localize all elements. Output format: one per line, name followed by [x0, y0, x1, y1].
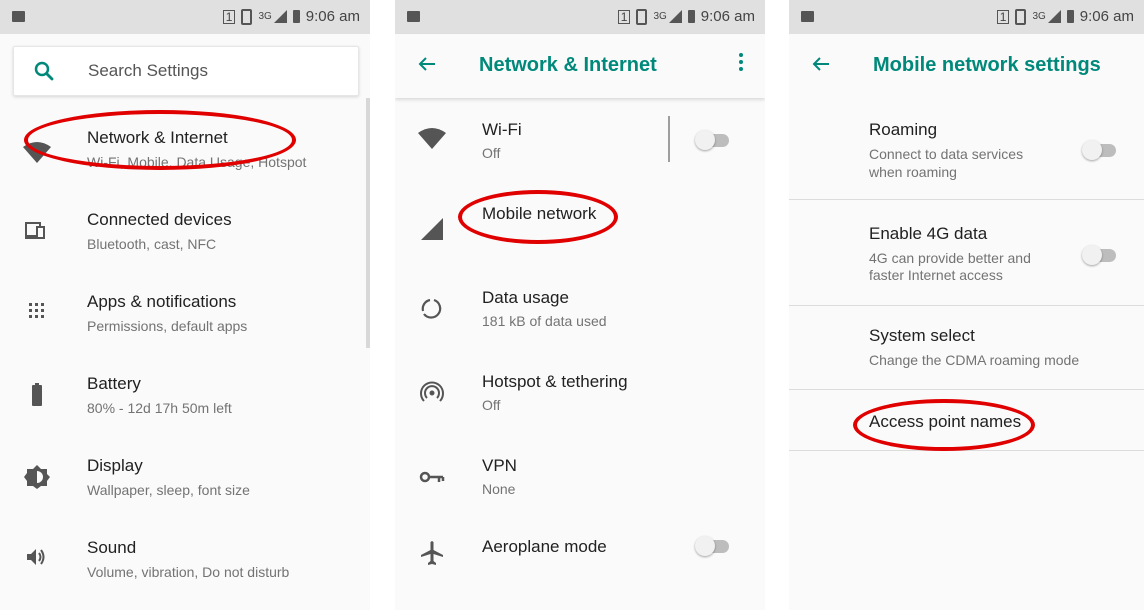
item-subtitle: Wallpaper, sleep, font size [87, 482, 250, 498]
battery-status-icon [292, 10, 300, 23]
item-subtitle: 80% - 12d 17h 50m left [87, 400, 232, 416]
wifi-icon [418, 128, 446, 149]
highlight-circle [853, 399, 1035, 451]
signal-icon [421, 218, 443, 240]
item-title: Sound [87, 538, 137, 557]
clock: 9:06 am [305, 8, 360, 25]
clock: 9:06 am [1079, 8, 1134, 25]
vpn-key-icon [419, 471, 445, 483]
item-subtitle: when roaming [869, 164, 957, 180]
vibrate-icon [636, 8, 648, 25]
aeroplane-mode-toggle[interactable] [695, 536, 731, 556]
list-item-hotspot[interactable]: Hotspot & tethering Off [395, 352, 765, 434]
item-title: Aeroplane mode [482, 537, 607, 556]
status-bar: 1 3G 9:06 am [0, 0, 370, 34]
devices-icon [25, 222, 45, 239]
page-title: Mobile network settings [873, 54, 1101, 76]
settings-screen: 1 3G 9:06 am Search Settings Network & I… [0, 0, 370, 610]
battery-icon [32, 383, 42, 406]
item-subtitle: faster Internet access [869, 267, 1003, 283]
item-title: VPN [482, 456, 517, 475]
back-arrow-icon[interactable] [415, 52, 439, 76]
settings-item-apps[interactable]: Apps & notifications Permissions, defaul… [0, 274, 370, 354]
page-title: Network & Internet [479, 54, 657, 76]
item-title: Apps & notifications [87, 292, 237, 311]
enable-4g-toggle[interactable] [1082, 245, 1118, 265]
item-subtitle: None [482, 481, 516, 497]
item-title: Display [87, 456, 143, 475]
highlight-circle [24, 110, 296, 170]
image-notification-icon [407, 11, 420, 22]
mobile-network-settings-screen: 1 3G 9:06 am Mobile network settings Roa… [789, 0, 1144, 610]
item-title: Data usage [482, 288, 569, 307]
item-subtitle: Change the CDMA roaming mode [869, 352, 1080, 368]
volume-icon [27, 549, 45, 565]
item-subtitle: Bluetooth, cast, NFC [87, 236, 217, 252]
brightness-icon [24, 465, 50, 489]
list-item-aeroplane-mode[interactable]: Aeroplane mode [395, 520, 765, 602]
settings-item-connected-devices[interactable]: Connected devices Bluetooth, cast, NFC [0, 192, 370, 272]
sim-icon: 1 [996, 9, 1010, 24]
app-bar: Network & Internet [395, 34, 765, 98]
data-usage-icon [421, 298, 442, 319]
network-internet-screen: 1 3G 9:06 am Network & Internet Wi-Fi Of… [395, 0, 765, 610]
image-notification-icon [801, 11, 814, 22]
item-title: Hotspot & tethering [482, 372, 628, 391]
battery-status-icon [1066, 10, 1074, 23]
network-type-label: 3G [258, 11, 272, 22]
list-item-vpn[interactable]: VPN None [395, 436, 765, 518]
highlight-circle [458, 190, 618, 244]
search-bar[interactable]: Search Settings [13, 46, 359, 96]
more-options-icon[interactable] [739, 53, 745, 74]
item-subtitle: 4G can provide better and [869, 250, 1031, 266]
item-title: Roaming [869, 120, 938, 139]
item-title: Wi-Fi [482, 120, 522, 139]
hotspot-icon [420, 381, 444, 402]
settings-item-display[interactable]: Display Wallpaper, sleep, font size [0, 438, 370, 518]
item-subtitle: Off [482, 397, 501, 413]
item-subtitle: Volume, vibration, Do not disturb [87, 564, 290, 580]
item-title: System select [869, 326, 975, 345]
airplane-icon [421, 541, 443, 565]
back-arrow-icon[interactable] [809, 52, 833, 76]
vibrate-icon [1015, 8, 1027, 25]
sim-icon: 1 [617, 9, 631, 24]
status-bar: 1 3G 9:06 am [395, 0, 765, 34]
item-subtitle: Permissions, default apps [87, 318, 248, 334]
settings-item-sound[interactable]: Sound Volume, vibration, Do not disturb [0, 520, 370, 600]
status-bar: 1 3G 9:06 am [789, 0, 1144, 34]
item-title: Battery [87, 374, 141, 393]
item-subtitle: 181 kB of data used [482, 313, 607, 329]
signal-icon [273, 10, 287, 23]
apps-grid-icon [29, 303, 44, 318]
divider [668, 116, 670, 162]
app-bar: Mobile network settings [789, 34, 1144, 98]
item-subtitle: Off [482, 145, 501, 161]
settings-item-battery[interactable]: Battery 80% - 12d 17h 50m left [0, 356, 370, 436]
clock: 9:06 am [700, 8, 755, 25]
network-type-label: 3G [653, 11, 667, 22]
vibrate-icon [241, 8, 253, 25]
search-icon [34, 61, 54, 81]
sim-icon: 1 [222, 9, 236, 24]
item-subtitle: Connect to data services [869, 146, 1024, 162]
search-input[interactable]: Search Settings [88, 61, 208, 81]
wifi-toggle[interactable] [695, 130, 731, 150]
roaming-toggle[interactable] [1082, 140, 1118, 160]
signal-icon [668, 10, 682, 23]
list-item-data-usage[interactable]: Data usage 181 kB of data used [395, 268, 765, 350]
image-notification-icon [12, 11, 25, 22]
list-item-system-select[interactable]: System select Change the CDMA roaming mo… [789, 306, 1144, 388]
battery-status-icon [687, 10, 695, 23]
network-type-label: 3G [1032, 11, 1046, 22]
signal-icon [1047, 10, 1061, 23]
item-title: Connected devices [87, 210, 232, 229]
item-title: Enable 4G data [869, 224, 988, 243]
